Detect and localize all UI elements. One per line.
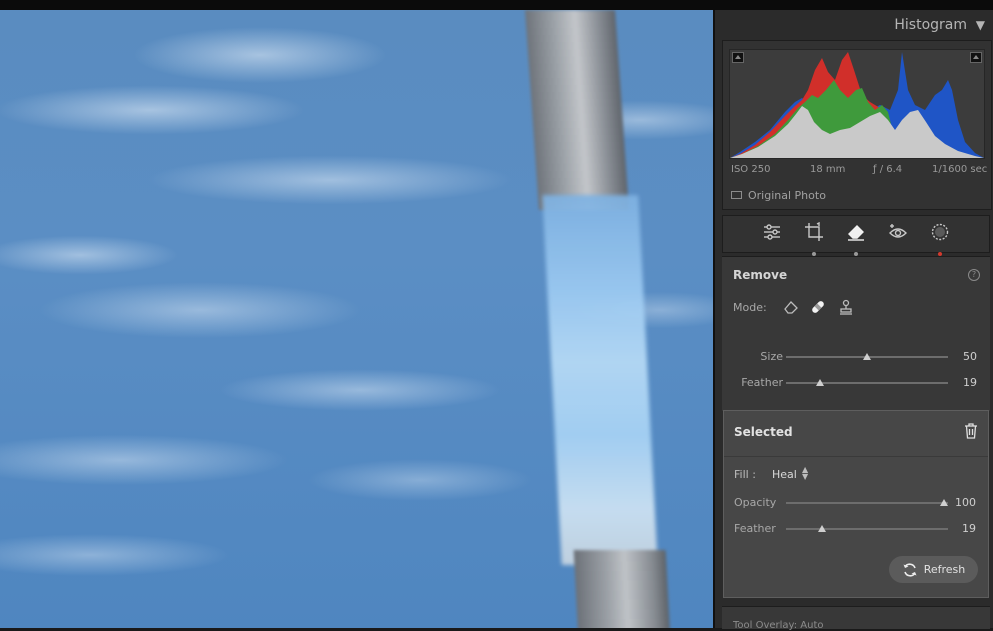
focal-length-readout: 18 mm: [810, 164, 846, 175]
refresh-button[interactable]: Refresh: [889, 556, 978, 583]
photo-canvas[interactable]: [0, 10, 713, 628]
opacity-label: Opacity: [734, 496, 777, 509]
remove-section: Remove ? Mode: Size 50 Feather 19: [722, 256, 990, 411]
size-slider-thumb[interactable]: [863, 353, 871, 360]
feather-value[interactable]: 19: [953, 376, 977, 389]
pole-top: [525, 10, 629, 210]
feather-label: Feather: [734, 522, 776, 535]
tool-strip: [722, 215, 990, 256]
selected-section: Selected Fill : Heal ▲ ▼ Opacity 100 Feat…: [723, 410, 989, 598]
pole-bottom: [573, 550, 671, 628]
feather-slider-track[interactable]: [786, 382, 948, 384]
clone-stamp-icon[interactable]: [836, 297, 856, 317]
feather-slider-track[interactable]: [786, 528, 948, 530]
histogram-panel: ISO 250 18 mm ƒ / 6.4 1/1600 sec Origina…: [722, 40, 992, 210]
fill-label: Fill :: [734, 468, 756, 481]
feather-label: Feather: [741, 376, 783, 389]
triangle-down-icon[interactable]: ▼: [976, 18, 985, 32]
crop-icon[interactable]: [802, 222, 826, 256]
refresh-label: Refresh: [923, 563, 966, 576]
iso-readout: ISO 250: [731, 164, 771, 175]
trash-icon[interactable]: [964, 423, 978, 443]
masking-icon[interactable]: [928, 222, 952, 256]
feather-slider-thumb[interactable]: [818, 525, 826, 532]
shadow-clip-indicator-icon[interactable]: [732, 52, 744, 63]
original-photo-label: Original Photo: [748, 188, 826, 202]
opacity-value[interactable]: 100: [952, 496, 976, 509]
tool-overlay-label: Tool Overlay: Auto: [733, 620, 824, 631]
histogram-curves: [730, 52, 984, 158]
original-photo-checkbox[interactable]: [731, 191, 742, 199]
selected-title: Selected: [734, 425, 793, 439]
shutter-readout: 1/1600 sec: [932, 164, 988, 175]
size-value[interactable]: 50: [953, 350, 977, 363]
histogram-title: Histogram: [894, 17, 967, 33]
highlight-clip-indicator-icon[interactable]: [970, 52, 982, 63]
histogram-header[interactable]: Histogram ▼: [715, 10, 993, 40]
chevron-updown-icon[interactable]: ▲ ▼: [802, 466, 808, 481]
tool-overlay-row[interactable]: Tool Overlay: Auto: [722, 606, 990, 631]
mode-label: Mode:: [733, 301, 767, 314]
remove-title: Remove: [733, 268, 788, 282]
right-panel: Histogram ▼ ISO 250 18 mm ƒ / 6.4 1/1600…: [713, 10, 993, 631]
original-photo-toggle[interactable]: Original Photo: [731, 188, 826, 202]
size-label: Size: [760, 350, 783, 363]
opacity-slider-thumb[interactable]: [940, 499, 948, 506]
aperture-readout: ƒ / 6.4: [873, 164, 903, 175]
eraser-remove-icon[interactable]: [844, 222, 868, 256]
section-divider: [724, 456, 988, 457]
feather-slider-thumb[interactable]: [816, 379, 824, 386]
refresh-icon: [903, 562, 917, 577]
heal-mask-area[interactable]: [542, 195, 658, 565]
fill-select[interactable]: Heal: [772, 468, 797, 481]
opacity-slider-track[interactable]: [786, 502, 948, 504]
feather-value[interactable]: 19: [952, 522, 976, 535]
heal-bandage-icon[interactable]: [808, 297, 828, 317]
content-aware-remove-icon[interactable]: [781, 297, 801, 317]
edit-sliders-icon[interactable]: [760, 222, 784, 246]
red-eye-icon[interactable]: [886, 222, 910, 246]
help-icon[interactable]: ?: [968, 269, 980, 281]
histogram-graph[interactable]: [729, 49, 985, 159]
